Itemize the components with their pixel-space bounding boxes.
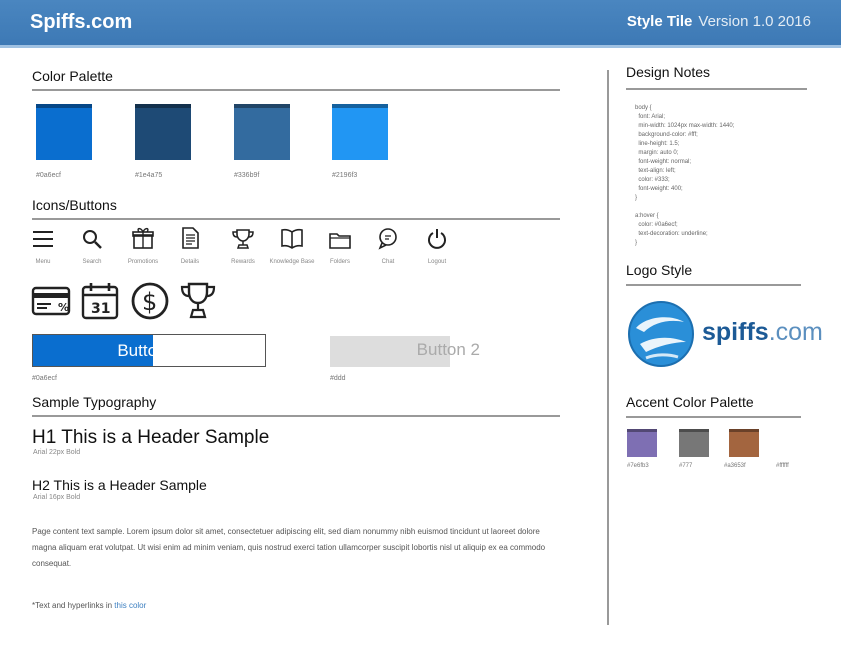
- footnote-text: *Text and hyperlinks in: [32, 601, 115, 610]
- accent-label-2: #777: [679, 463, 693, 469]
- document-icon[interactable]: [178, 226, 202, 250]
- icon-label-menu: Menu: [35, 259, 51, 265]
- accent-swatch-2: [679, 429, 709, 457]
- style-tile-sub: Version 1.0 2016: [698, 13, 811, 30]
- logo-text-suffix: .com: [768, 318, 823, 346]
- folder-icon[interactable]: [328, 228, 352, 252]
- palette-label-3: #336b9f: [234, 172, 260, 179]
- button-1[interactable]: Button 1: [32, 334, 266, 367]
- button-1-label-wrap: Button 1: [33, 335, 265, 366]
- footnote: *Text and hyperlinks in this color: [32, 601, 146, 610]
- spiffs-logo: spiffs.com: [626, 300, 826, 370]
- sample-typography-rule: [32, 415, 560, 417]
- logo-text-main: spiffs: [702, 318, 769, 346]
- svg-text:$: $: [142, 288, 157, 316]
- accent-label-3: #a3653f: [724, 463, 746, 469]
- h2-sample: H2 This is a Header Sample: [32, 477, 207, 493]
- palette-label-2: #1e4a75: [135, 172, 163, 179]
- palette-swatch-4: [332, 104, 388, 160]
- power-icon[interactable]: [425, 227, 449, 251]
- chat-icon[interactable]: [376, 227, 400, 251]
- design-notes-rule: [626, 88, 807, 90]
- accent-palette-heading: Accent Color Palette: [626, 394, 754, 410]
- style-tile-label: Style Tile: [626, 13, 693, 30]
- palette-label-1: #0a6ecf: [36, 172, 61, 179]
- accent-swatch-4: [778, 429, 808, 457]
- h2-font-note: Arial 16px Bold: [33, 494, 81, 501]
- button-2-note: #ddd: [330, 375, 346, 382]
- calendar-icon[interactable]: 31: [80, 281, 120, 321]
- search-icon[interactable]: [80, 227, 104, 251]
- icon-label-knowledge-base: Knowledge Base: [269, 259, 315, 265]
- logo-wordmark: spiffs.com: [702, 318, 823, 347]
- design-notes-code: body { font: Arial; min-width: 1024px ma…: [635, 105, 735, 246]
- column-divider: [607, 70, 609, 625]
- style-tile-version: Style Tile Version 1.0 2016: [627, 13, 811, 30]
- button-2-label: Button 2: [416, 340, 480, 359]
- icons-buttons-rule: [32, 218, 560, 220]
- book-icon[interactable]: [280, 226, 304, 250]
- trophy-large-icon[interactable]: [178, 280, 218, 320]
- logo-style-heading: Logo Style: [626, 262, 693, 278]
- palette-swatch-1: [36, 104, 92, 160]
- menu-icon[interactable]: [31, 227, 55, 251]
- color-palette-rule: [32, 89, 560, 91]
- icon-label-search: Search: [82, 259, 102, 265]
- button-1-label: Button 1: [117, 340, 181, 360]
- h1-font-note: Arial 22px Bold: [33, 449, 81, 456]
- icon-label-logout: Logout: [427, 259, 447, 265]
- accent-label-4: #ffffff: [776, 463, 789, 469]
- svg-text:31: 31: [91, 301, 110, 317]
- accent-swatch-1: [627, 429, 657, 457]
- palette-label-4: #2196f3: [332, 172, 358, 179]
- dollar-icon[interactable]: $: [130, 281, 170, 321]
- icon-label-rewards: Rewards: [231, 259, 255, 265]
- icon-label-details: Details: [180, 259, 200, 265]
- icon-label-folders: Folders: [329, 259, 350, 265]
- icon-label-promotions: Promotions: [127, 259, 159, 265]
- design-notes-heading: Design Notes: [626, 64, 711, 80]
- body-text-sample: Page content text sample. Lorem ipsum do…: [32, 527, 546, 568]
- accent-palette-rule: [626, 416, 801, 418]
- h1-sample: H1 This is a Header Sample: [32, 427, 270, 448]
- icons-buttons-heading: Icons/Buttons: [32, 197, 117, 213]
- color-palette-heading: Color Palette: [32, 68, 113, 84]
- icon-label-chat: Chat: [381, 259, 395, 265]
- palette-swatch-3: [234, 104, 290, 160]
- button-2[interactable]: Button 2: [330, 336, 480, 367]
- trophy-icon[interactable]: [231, 227, 255, 251]
- accent-label-1: #7e6fb3: [627, 463, 649, 469]
- brand-title[interactable]: Spiffs.com: [30, 11, 132, 34]
- palette-swatch-2: [135, 104, 191, 160]
- sample-typography-heading: Sample Typography: [32, 394, 157, 410]
- footnote-link[interactable]: this color: [114, 601, 146, 610]
- credit-card-icon[interactable]: %: [31, 282, 71, 322]
- button-1-note: #0a6ecf: [32, 375, 57, 382]
- header-bar: Spiffs.com Style Tile Version 1.0 2016: [0, 0, 841, 48]
- gift-icon[interactable]: [131, 226, 155, 250]
- logo-style-rule: [626, 284, 801, 286]
- accent-swatch-3: [729, 429, 759, 457]
- svg-text:%: %: [58, 301, 69, 314]
